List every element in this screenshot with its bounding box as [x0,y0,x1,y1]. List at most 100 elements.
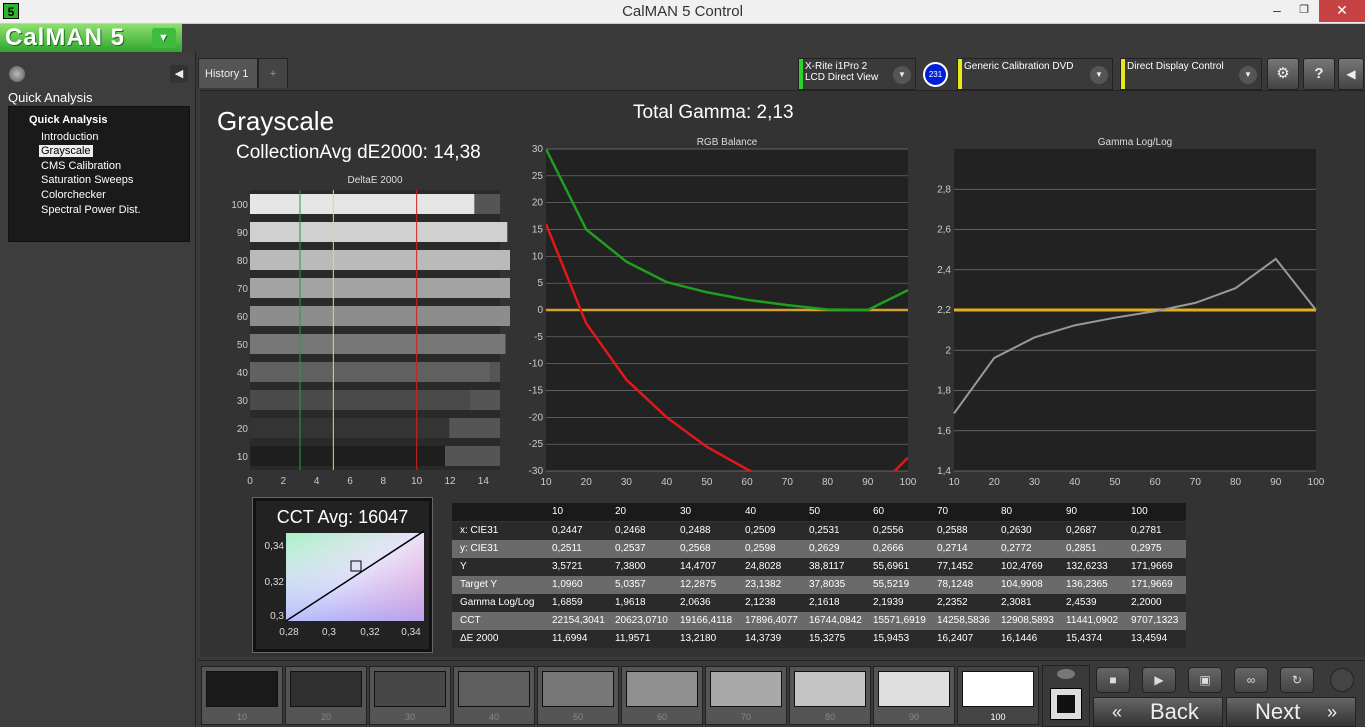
x-tick-label: 70 [782,477,794,488]
display-selector[interactable]: Direct Display Control ▼ [1120,58,1262,90]
tab-history-1[interactable]: History 1 [198,58,258,88]
deltae-category-label: 10 [237,452,249,463]
patch-swatch-100[interactable]: 100 [957,666,1039,725]
patch-swatch-10[interactable]: 10 [201,666,283,725]
deltae-bar [250,306,510,326]
y-tick-label: 10 [532,251,544,262]
patch-swatch-60[interactable]: 60 [621,666,703,725]
table-cell: 14,4707 [680,561,717,572]
table-cell: 5,0357 [615,579,646,590]
patch-label: 80 [824,712,835,722]
x-tick-label: 60 [742,477,754,488]
save-button[interactable]: ▣ [1188,667,1222,693]
sidebar-item-introduction[interactable]: Introduction [41,131,98,143]
patch-swatch-20[interactable]: 20 [285,666,367,725]
deltae-bar [250,194,475,214]
table-cell: 60 [873,506,885,517]
cct-x-tick: 0,32 [360,627,380,638]
next-button[interactable]: Next » [1226,697,1356,727]
refresh-button[interactable]: ↻ [1280,667,1314,693]
table-cell: 2,4539 [1066,597,1097,608]
patch-swatch-50[interactable]: 50 [537,666,619,725]
help-button[interactable]: ? [1303,58,1335,90]
status-dot-icon[interactable] [9,66,25,82]
table-cell: 2,0636 [680,597,711,608]
chevron-down-icon[interactable]: ▼ [152,28,176,48]
table-cell: 0,2629 [809,543,840,554]
table-cell: 2,1618 [809,597,840,608]
table-cell: 136,2365 [1066,579,1108,590]
x-tick-label: 70 [1190,477,1202,488]
patch-label: 100 [990,712,1006,722]
close-button[interactable]: ✕ [1319,0,1365,22]
deltae-bar [250,222,508,242]
sidebar-item-saturation-sweeps[interactable]: Saturation Sweeps [41,174,133,186]
table-cell: 1,6859 [552,597,583,608]
restore-button[interactable]: ❐ [1289,0,1319,22]
cct-x-tick: 0,34 [401,627,421,638]
table-cell: 13,4594 [1131,633,1168,644]
add-tab-button[interactable]: + [258,58,288,88]
deltae-category-label: 30 [237,396,249,407]
patch-swatch-80[interactable]: 80 [789,666,871,725]
y-tick-label: 2,4 [937,265,951,276]
deltae-bar [250,250,510,270]
row-label: CCT [460,615,481,626]
table-cell: 0,2851 [1066,543,1097,554]
stop-button[interactable]: ■ [1096,667,1130,693]
minimize-button[interactable]: – [1262,0,1292,22]
source-selector[interactable]: Generic Calibration DVD ▼ [957,58,1113,90]
table-cell: 0,2975 [1131,543,1162,554]
deltae-x-tick: 2 [281,476,287,487]
patch-swatch-70[interactable]: 70 [705,666,787,725]
table-cell: 0,2468 [615,525,646,536]
table-row: Y 3,5721 7,3800 14,4707 24,8028 38,8117 55,696… [452,558,1186,576]
chevron-down-icon[interactable]: ▼ [893,66,911,84]
settings-button[interactable]: ⚙ [1267,58,1299,90]
table-cell: 78,1248 [937,579,974,590]
chevron-down-icon[interactable]: ▼ [1239,66,1257,84]
table-cell: 55,5219 [873,579,910,590]
table-cell: 80 [1001,506,1013,517]
tree-root-quick-analysis[interactable]: Quick Analysis [29,114,107,126]
y-tick-label: 1,6 [937,426,951,437]
table-cell: 0,2714 [937,543,968,554]
patch-swatch-90[interactable]: 90 [873,666,955,725]
table-cell: 14,3739 [745,633,782,644]
deltae-x-tick: 8 [381,476,387,487]
stop-measure-button[interactable] [1050,688,1082,720]
chevron-down-icon[interactable]: ▼ [1090,66,1108,84]
cie-chromaticity-plot: 0,28 0,3 0,32 0,34 0,34 0,32 0,3 [265,530,425,638]
sidebar-item-grayscale[interactable]: Grayscale [39,145,93,157]
meter-selector[interactable]: X-Rite i1Pro 2 LCD Direct View ▼ [798,58,916,90]
table-cell: 9707,1323 [1131,615,1179,626]
x-tick-label: 10 [948,477,960,488]
back-button[interactable]: « Back [1093,697,1223,727]
collapse-sidebar-button[interactable]: ◀ [170,65,188,83]
deltae-x-tick: 6 [347,476,353,487]
play-button[interactable]: ▶ [1142,667,1176,693]
patch-color [542,671,614,707]
table-cell: 100 [1131,506,1148,517]
source-name: Generic Calibration DVD [964,61,1074,72]
calman-logo-menu[interactable]: CalMAN 5 ▼ [0,24,182,52]
sidebar-item-spectral-power[interactable]: Spectral Power Dist. [41,204,141,216]
patch-color [290,671,362,707]
table-cell: 0,2781 [1131,525,1162,536]
sidebar-item-colorchecker[interactable]: Colorchecker [41,189,106,201]
deltae-category-label: 70 [237,284,249,295]
table-cell: 0,2598 [745,543,776,554]
patch-label: 60 [656,712,667,722]
patch-swatch-30[interactable]: 30 [369,666,451,725]
x-tick-label: 30 [621,477,633,488]
x-tick-label: 50 [1109,477,1121,488]
patch-swatch-40[interactable]: 40 [453,666,535,725]
table-cell: 30 [680,506,692,517]
expand-panel-button[interactable]: ◀ [1338,58,1364,90]
table-cell: 0,2531 [809,525,840,536]
table-cell: 0,2509 [745,525,776,536]
loop-button[interactable]: ∞ [1234,667,1268,693]
deltae-bar [250,446,445,466]
table-cell: 77,1452 [937,561,974,572]
sidebar-item-cms-calibration[interactable]: CMS Calibration [41,160,121,172]
